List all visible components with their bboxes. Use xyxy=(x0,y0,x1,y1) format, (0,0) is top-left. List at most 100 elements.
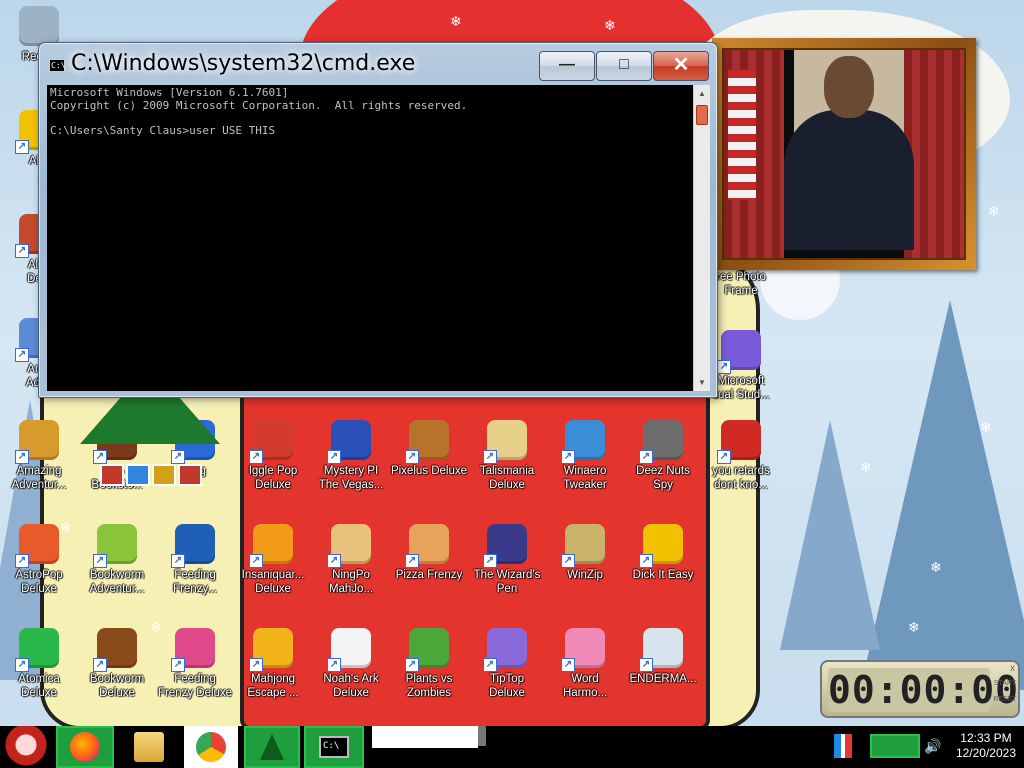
start-button[interactable] xyxy=(2,726,50,768)
desktop-icon-feeding-frenzy[interactable]: ↗ Feeding Frenzy Deluxe xyxy=(156,628,234,700)
desktop-icon-label: Bookworm Adventur... xyxy=(89,569,145,595)
shortcut-arrow-icon: ↗ xyxy=(483,450,497,464)
gadget-close-icon[interactable]: x xyxy=(1010,663,1015,674)
fish-icon: ↗ xyxy=(171,628,215,672)
window-stack-icon: ↗ xyxy=(639,420,683,464)
scroll-thumb[interactable] xyxy=(696,105,708,125)
desktop-icon-noahs-ark[interactable]: ↗ Noah's Ark Deluxe xyxy=(312,628,390,700)
gifts xyxy=(100,450,210,486)
desktop-icon-label: Deez Nuts Spy xyxy=(636,465,690,491)
desktop-icon-mystery-pi[interactable]: ↗ Mystery PI The Vegas... xyxy=(312,420,390,492)
snowflake-icon: ❄ xyxy=(930,559,942,575)
cmd-titlebar[interactable]: C:\ C:\Windows\system32\cmd.exe — □ ✕ xyxy=(39,43,717,83)
shortcut-arrow-icon: ↗ xyxy=(15,658,29,672)
fish-icon: ↗ xyxy=(171,524,215,568)
desktop-icon-mahjong-escape[interactable]: ↗ Mahjong Escape ... xyxy=(234,628,312,700)
taskbar: C:\ 🔊 12:33 PM 12/20/2023 xyxy=(0,726,1024,768)
cmd-window[interactable]: C:\ C:\Windows\system32\cmd.exe — □ ✕ Mi… xyxy=(38,42,718,398)
vertical-scrollbar[interactable]: ▲ ▼ xyxy=(693,85,710,391)
cabinet-icon: ↗ xyxy=(561,524,605,568)
shortcut-arrow-icon: ↗ xyxy=(405,658,419,672)
desktop-icon-deez-nuts-spy[interactable]: ↗ Deez Nuts Spy xyxy=(624,420,702,492)
taskbar-firefox[interactable] xyxy=(56,726,114,768)
flower-icon: ↗ xyxy=(405,628,449,672)
desktop-icon-winzip[interactable]: ↗ WinZip xyxy=(546,524,624,582)
shortcut-arrow-icon: ↗ xyxy=(15,348,29,362)
desktop-icon-insaniquarium[interactable]: ↗ Insaniquar... Deluxe xyxy=(234,524,312,596)
scroll-down-arrow-icon[interactable]: ▼ xyxy=(694,374,710,391)
recycle-bin-icon xyxy=(19,6,59,46)
taskbar-chrome[interactable] xyxy=(184,726,238,768)
desktop-icon-dick-it-easy[interactable]: ↗ Dick It Easy xyxy=(624,524,702,582)
folder-icon xyxy=(134,732,164,762)
desktop-icon-plants-vs-zombies[interactable]: ↗ Plants vs Zombies xyxy=(390,628,468,700)
de-logo-icon: ↗ xyxy=(639,524,683,568)
flag-icon[interactable] xyxy=(834,734,852,758)
shortcut-arrow-icon: ↗ xyxy=(405,450,419,464)
taskbar-explorer[interactable] xyxy=(126,726,172,768)
desktop-icon-bookworm-adventures[interactable]: ↗ Bookworm Adventur... xyxy=(78,524,156,596)
shortcut-arrow-icon: ↗ xyxy=(15,450,29,464)
desktop-icon-label: WinZip xyxy=(567,569,603,581)
desktop-icon-label: AstroPop Deluxe xyxy=(15,569,63,595)
desktop-icon-label: Dick It Easy xyxy=(632,569,694,581)
desktop-icon-astropop[interactable]: ↗ AstroPop Deluxe xyxy=(0,524,78,596)
clock[interactable]: 12:33 PM 12/20/2023 xyxy=(956,731,1016,761)
person-head xyxy=(824,56,874,118)
stopwatch-start-button[interactable]: START xyxy=(992,680,1018,687)
desktop-icon-talismania[interactable]: ↗ Talismania Deluxe xyxy=(468,420,546,492)
iggle-icon: ↗ xyxy=(249,420,293,464)
desktop-icon-wizards-pen[interactable]: ↗ The Wizard's Pen xyxy=(468,524,546,596)
desktop-icon-label: Winaero Tweaker xyxy=(563,465,607,491)
desktop-icon-iggle-pop[interactable]: ↗ Iggle Pop Deluxe xyxy=(234,420,312,492)
goldfish-icon: ↗ xyxy=(249,524,293,568)
shortcut-arrow-icon: ↗ xyxy=(717,360,731,374)
volume-icon[interactable]: 🔊 xyxy=(924,734,941,758)
snowflake-icon: ❄ xyxy=(604,17,616,33)
stopwatch-reset-button[interactable]: RESET xyxy=(992,696,1018,703)
taskbar-blank-region xyxy=(372,726,478,748)
taskbar-cmd[interactable]: C:\ xyxy=(304,726,364,768)
desktop-icon-pixelus[interactable]: ↗ Pixelus Deluxe xyxy=(390,420,468,478)
desktop-icon-feeding-frenzy-2[interactable]: ↗ Feeding Frenzy... xyxy=(156,524,234,596)
maximize-button[interactable]: □ xyxy=(596,51,652,81)
console-output[interactable]: Microsoft Windows [Version 6.1.7601] Cop… xyxy=(47,85,693,391)
tray-app-icon[interactable] xyxy=(870,734,920,758)
desktop-icon-bookworm-deluxe[interactable]: ↗ Bookworm Deluxe xyxy=(78,628,156,700)
desktop-icon-label: Bookworm Deluxe xyxy=(89,673,145,699)
cmd-icon: C:\ xyxy=(319,736,349,758)
desktop-icon-pizza-frenzy[interactable]: ↗ Pizza Frenzy xyxy=(390,524,468,582)
minimize-button[interactable]: — xyxy=(539,51,595,81)
desktop-icon-label: Atomica Deluxe xyxy=(18,673,60,699)
desktop-icon-tiptop[interactable]: ↗ TipTop Deluxe xyxy=(468,628,546,700)
wizard-icon: ↗ xyxy=(483,524,527,568)
worm-icon: ↗ xyxy=(93,524,137,568)
desktop-icon-winaero-tweaker[interactable]: ↗ Winaero Tweaker xyxy=(546,420,624,492)
desktop-icon-label: Word Harmo... xyxy=(562,673,608,699)
taskbar-christmas-tree[interactable] xyxy=(244,726,300,768)
close-button[interactable]: ✕ xyxy=(653,51,709,81)
desktop-icon-label: Mystery PI The Vegas... xyxy=(318,465,384,491)
desktop-icon-you-retards[interactable]: ↗ you retards dont kno... xyxy=(702,420,780,492)
shortcut-arrow-icon: ↗ xyxy=(15,140,29,154)
desktop-icon-label: Talismania Deluxe xyxy=(479,465,535,491)
scroll-up-arrow-icon[interactable]: ▲ xyxy=(694,85,710,102)
cmd-icon[interactable]: C:\ xyxy=(49,59,65,72)
dragon-icon: ↗ xyxy=(717,420,761,464)
desktop-icon-enderma[interactable]: ↗ ENDERMA... xyxy=(624,628,702,686)
snowflake-icon: ❄ xyxy=(860,459,872,475)
shortcut-arrow-icon: ↗ xyxy=(171,554,185,568)
photo-frame-gadget[interactable] xyxy=(712,38,976,270)
stopwatch-gadget[interactable]: 00:00:00 START RESET x xyxy=(820,660,1020,718)
desktop-icon-word-harmony[interactable]: ↗ Word Harmo... xyxy=(546,628,624,700)
king-icon: ↗ xyxy=(483,420,527,464)
shortcut-arrow-icon: ↗ xyxy=(327,658,341,672)
desktop-icon-label: Noah's Ark Deluxe xyxy=(323,673,379,699)
desktop-icon-label: Pizza Frenzy xyxy=(395,569,463,581)
window-icon: ↗ xyxy=(639,628,683,672)
infinity-icon: ↗ xyxy=(717,330,761,374)
desktop-icon-atomica[interactable]: ↗ Atomica Deluxe xyxy=(0,628,78,700)
firefox-icon xyxy=(70,732,100,762)
shortcut-arrow-icon: ↗ xyxy=(717,450,731,464)
desktop-icon-ningpo[interactable]: ↗ NingPo MahJo... xyxy=(312,524,390,596)
